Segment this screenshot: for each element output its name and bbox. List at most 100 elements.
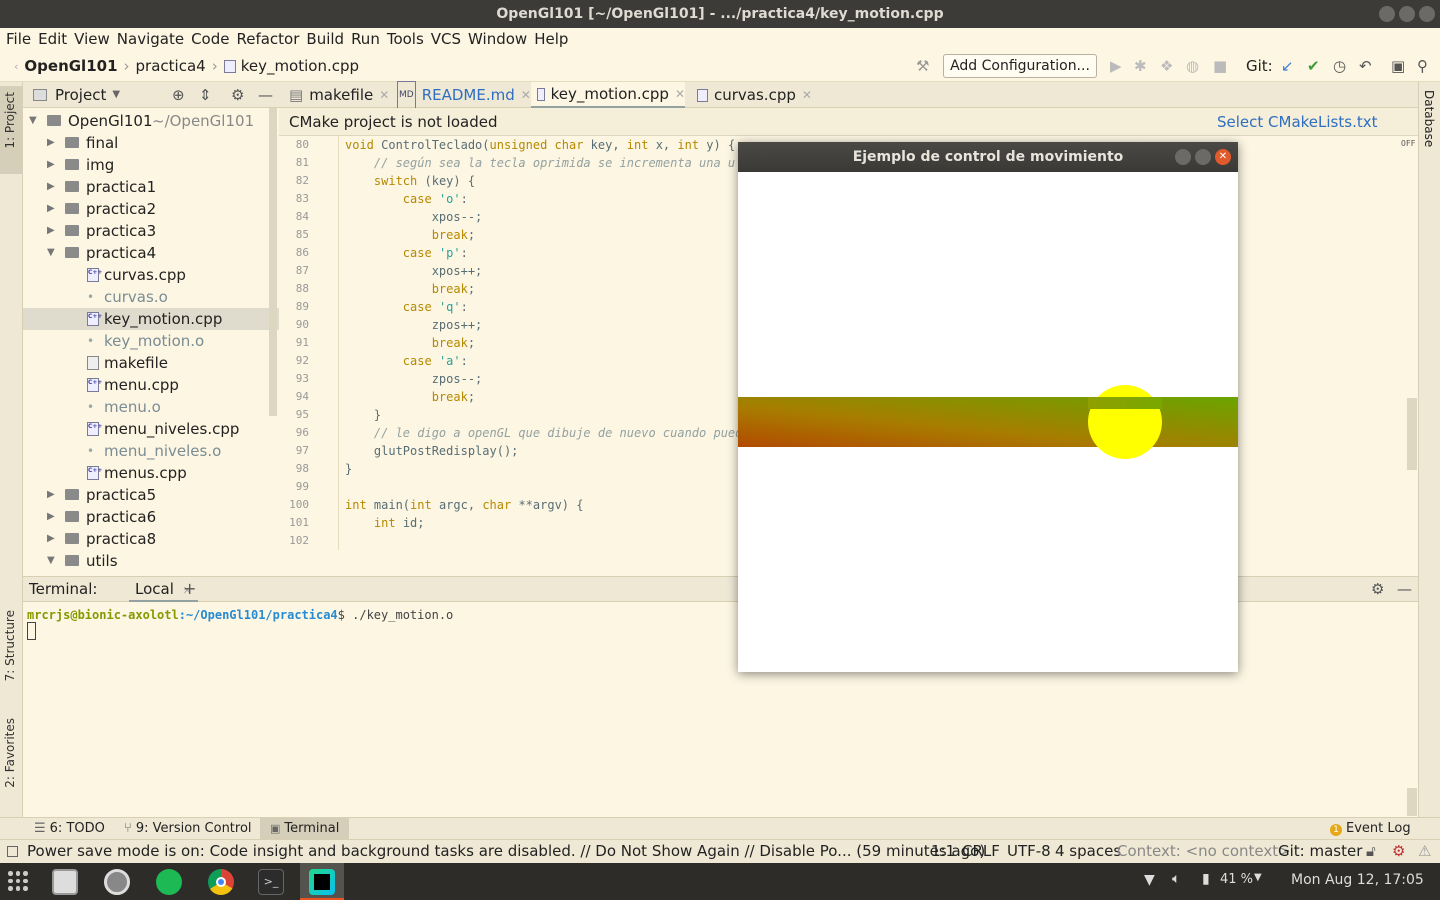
code-line[interactable]: // según sea la tecla oprimida se increm… bbox=[345, 156, 750, 170]
line-separator[interactable]: CRLF bbox=[962, 840, 1000, 863]
close-icon[interactable]: ✕ bbox=[675, 81, 685, 107]
tree-item-curvas-o[interactable]: • curvas.o bbox=[23, 286, 279, 308]
menu-vcs[interactable]: VCS bbox=[431, 30, 461, 48]
tree-item-final[interactable]: ▶ final bbox=[23, 132, 279, 154]
event-log-button[interactable]: 1 Event Log bbox=[1330, 821, 1411, 836]
coverage-icon[interactable]: ❖ bbox=[1160, 57, 1173, 75]
menu-tools[interactable]: Tools bbox=[387, 30, 424, 48]
gear-icon[interactable]: ⚙ bbox=[231, 86, 244, 104]
code-line[interactable]: case 'q': bbox=[345, 300, 468, 314]
power-save-icon[interactable] bbox=[7, 846, 18, 857]
app-grid-icon[interactable] bbox=[8, 871, 28, 891]
add-configuration-button[interactable]: Add Configuration... bbox=[943, 54, 1097, 78]
project-structure-icon[interactable]: ▣ bbox=[1391, 57, 1405, 75]
stop-icon[interactable]: ■ bbox=[1213, 57, 1227, 75]
tree-item-utils[interactable]: ▼ utils bbox=[23, 550, 279, 572]
tree-item-practica6[interactable]: ▶ practica6 bbox=[23, 506, 279, 528]
tab-makefile[interactable]: ▤ makefile ✕ bbox=[289, 82, 389, 108]
rollback-icon[interactable]: ↶ bbox=[1359, 57, 1372, 75]
code-line[interactable]: int main(int argc, char **argv) { bbox=[345, 498, 583, 512]
project-panel-title[interactable]: Project bbox=[55, 86, 106, 104]
chevron-right-icon[interactable]: ▶ bbox=[47, 528, 55, 550]
tab-curvas[interactable]: curvas.cpp ✕ bbox=[697, 82, 813, 108]
inspector-icon[interactable]: ⚙ bbox=[1392, 840, 1405, 863]
menu-code[interactable]: Code bbox=[191, 30, 229, 48]
memory-icon[interactable]: ⚠ bbox=[1418, 840, 1431, 863]
minimize-button[interactable] bbox=[1379, 6, 1395, 22]
clion-app-active[interactable] bbox=[300, 863, 344, 900]
code-line[interactable]: zpos++; bbox=[345, 318, 483, 332]
tree-item-menu-o[interactable]: • menu.o bbox=[23, 396, 279, 418]
chevron-down-icon[interactable]: ▼ bbox=[47, 550, 55, 572]
close-icon[interactable]: ✕ bbox=[521, 82, 531, 108]
tab-readme[interactable]: MD README.md ✕ bbox=[397, 81, 531, 109]
clock[interactable]: Mon Aug 12, 17:05 bbox=[1291, 872, 1424, 888]
tree-item-practica4[interactable]: ▼ practica4 bbox=[23, 242, 279, 264]
code-line[interactable]: break; bbox=[345, 228, 475, 242]
menu-edit[interactable]: Edit bbox=[38, 30, 67, 48]
code-line[interactable]: break; bbox=[345, 282, 475, 296]
chevron-down-icon[interactable]: ▼ bbox=[29, 110, 37, 132]
tree-item-key-motion-cpp[interactable]: C++ key_motion.cpp bbox=[23, 308, 279, 330]
run-icon[interactable]: ▶ bbox=[1110, 57, 1122, 75]
menu-navigate[interactable]: Navigate bbox=[117, 30, 184, 48]
status-message[interactable]: Power save mode is on: Code insight and … bbox=[27, 840, 985, 863]
maximize-button[interactable] bbox=[1195, 149, 1211, 165]
structure-tool-label[interactable]: 7: Structure bbox=[3, 610, 17, 681]
gear-icon[interactable]: ⚙ bbox=[1371, 580, 1384, 598]
chevron-right-icon[interactable]: ▶ bbox=[47, 176, 55, 198]
code-line[interactable]: void ControlTeclado(unsigned char key, i… bbox=[345, 138, 735, 152]
files-icon[interactable] bbox=[52, 869, 78, 895]
code-line[interactable]: } bbox=[345, 408, 381, 422]
tree-item-makefile[interactable]: makefile bbox=[23, 352, 279, 374]
version-control-tool-button[interactable]: ⑂ 9: Version Control bbox=[124, 821, 252, 836]
tree-item-menu-cpp[interactable]: C++ menu.cpp bbox=[23, 374, 279, 396]
settings-icon[interactable] bbox=[104, 869, 130, 895]
tree-item-practica5[interactable]: ▶ practica5 bbox=[23, 484, 279, 506]
menu-run[interactable]: Run bbox=[351, 30, 380, 48]
file-encoding[interactable]: UTF-8 bbox=[1007, 840, 1051, 863]
todo-tool-button[interactable]: ☰ 6: TODO bbox=[34, 821, 105, 836]
tree-item-root[interactable]: ▼ OpenGl101 ~/OpenGl101 bbox=[23, 110, 279, 132]
tree-item-key-motion-o[interactable]: • key_motion.o bbox=[23, 330, 279, 352]
git-commit-icon[interactable]: ✔ bbox=[1307, 57, 1320, 75]
hide-icon[interactable]: — bbox=[258, 86, 273, 104]
code-line[interactable]: break; bbox=[345, 390, 475, 404]
breadcrumb-project[interactable]: OpenGl101 bbox=[24, 57, 117, 75]
chevron-down-icon[interactable]: ▼ bbox=[47, 242, 55, 264]
code-line[interactable]: } bbox=[345, 462, 352, 476]
favorites-tool-label[interactable]: 2: Favorites bbox=[3, 718, 17, 788]
maximize-button[interactable] bbox=[1399, 6, 1415, 22]
code-line[interactable]: glutPostRedisplay(); bbox=[345, 444, 519, 458]
hide-icon[interactable]: — bbox=[1397, 580, 1412, 598]
code-line[interactable]: xpos++; bbox=[345, 264, 483, 278]
code-line[interactable]: case 'o': bbox=[345, 192, 468, 206]
code-line[interactable]: int id; bbox=[345, 516, 425, 530]
collapse-icon[interactable]: ⇕ bbox=[199, 86, 212, 104]
tree-scrollbar[interactable] bbox=[269, 108, 277, 416]
menu-window[interactable]: Window bbox=[468, 30, 527, 48]
chevron-right-icon[interactable]: ▶ bbox=[47, 154, 55, 176]
tree-item-practica2[interactable]: ▶ practica2 bbox=[23, 198, 279, 220]
chevron-right-icon[interactable]: ▶ bbox=[47, 132, 55, 154]
tree-item-menus-cpp[interactable]: C++ menus.cpp bbox=[23, 462, 279, 484]
chrome-icon[interactable] bbox=[208, 869, 234, 895]
close-icon[interactable]: ✕ bbox=[379, 82, 389, 108]
tree-item-img[interactable]: ▶ img bbox=[23, 154, 279, 176]
editor-scrollbar[interactable] bbox=[1407, 398, 1417, 470]
wifi-icon[interactable]: ▼ bbox=[1144, 872, 1155, 888]
chevron-down-icon[interactable]: ▼ bbox=[1254, 872, 1262, 883]
menu-help[interactable]: Help bbox=[534, 30, 568, 48]
add-icon[interactable]: + bbox=[183, 579, 196, 598]
git-update-icon[interactable]: ↙ bbox=[1281, 57, 1294, 75]
hammer-icon[interactable]: ⚒ bbox=[916, 57, 929, 75]
battery-icon[interactable]: ▮ bbox=[1202, 871, 1210, 887]
chevron-right-icon[interactable]: ▶ bbox=[47, 484, 55, 506]
menu-file[interactable]: File bbox=[6, 30, 31, 48]
tree-item-menu-niveles-o[interactable]: • menu_niveles.o bbox=[23, 440, 279, 462]
lock-icon[interactable]: 🔓︎ bbox=[1366, 840, 1376, 863]
close-button[interactable] bbox=[1419, 6, 1435, 22]
context-selector[interactable]: Context: <no context> bbox=[1117, 840, 1291, 863]
tree-item-curvas-cpp[interactable]: C++ curvas.cpp bbox=[23, 264, 279, 286]
caret-position[interactable]: 1:1 bbox=[931, 840, 955, 863]
